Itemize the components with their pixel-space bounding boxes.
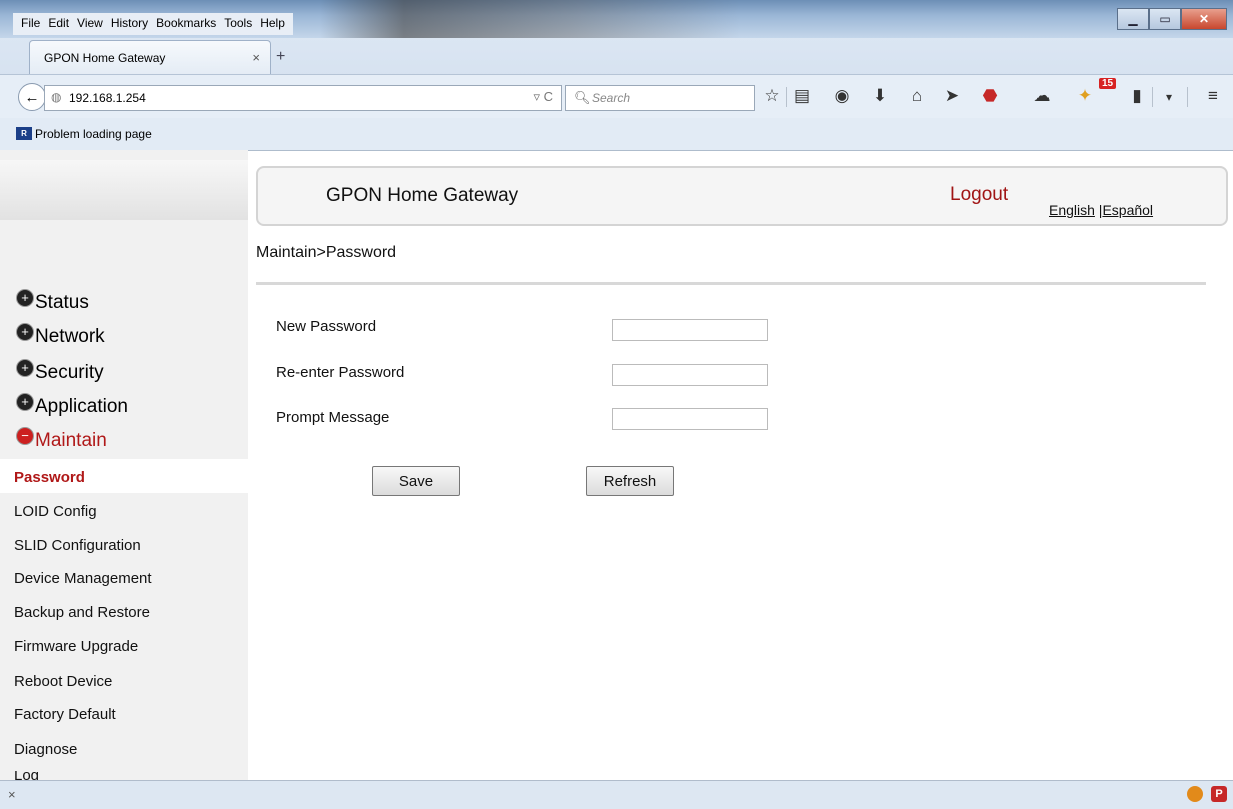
sidebar-subitem-loid-config[interactable]: LOID Config (14, 503, 246, 520)
menu-tools[interactable]: Tools (220, 13, 256, 35)
status-close-icon[interactable]: × (8, 787, 16, 802)
search-icon: 🔍︎ (574, 90, 591, 105)
sidebar-item-network[interactable]: + Network (16, 323, 105, 348)
bookmarks-bar: R Problem loading page (0, 118, 1233, 151)
clipboard-icon[interactable]: ▮ (1125, 86, 1149, 106)
url-text: 192.168.1.254 (69, 91, 146, 105)
close-icon[interactable]: ✕ (1181, 8, 1227, 30)
new-tab-icon[interactable]: + (276, 48, 285, 66)
dropdown-chevron-icon[interactable]: ▾ (1157, 90, 1181, 104)
bookmark-star-icon[interactable]: ☆ (760, 86, 784, 106)
logo-area (0, 160, 248, 220)
prompt-message-label: Prompt Message (276, 409, 390, 426)
new-password-field[interactable] (612, 319, 768, 341)
globe-icon: ◍ (51, 90, 62, 104)
maximize-icon[interactable]: ▭ (1149, 8, 1181, 30)
reading-list-icon[interactable]: ▤ (790, 86, 814, 106)
page-title: GPON Home Gateway (326, 185, 519, 206)
browser-chrome: File Edit View History Bookmarks Tools H… (0, 0, 1233, 151)
menu-history[interactable]: History (107, 13, 152, 35)
addon-icon[interactable] (1187, 786, 1203, 802)
puzzle-icon[interactable]: ✦ (1073, 86, 1097, 106)
home-icon[interactable]: ⌂ (905, 86, 929, 106)
language-switcher: English |Español (1049, 202, 1153, 218)
plus-icon: + (16, 289, 34, 307)
download-icon[interactable]: ⬇ (868, 86, 892, 106)
reload-icon[interactable]: ▿ C (533, 89, 553, 105)
sidebar-subitem-slid-configuration[interactable]: SLID Configuration (14, 537, 246, 554)
tab-title: GPON Home Gateway (44, 51, 166, 65)
reenter-password-label: Re-enter Password (276, 364, 405, 381)
notification-badge: 15 (1099, 78, 1117, 89)
sidebar-subitem-firmware-upgrade[interactable]: Firmware Upgrade (14, 638, 246, 655)
send-icon[interactable]: ➤ (940, 86, 964, 106)
browser-tab[interactable]: GPON Home Gateway × (29, 40, 271, 75)
sidebar-item-maintain[interactable]: − Maintain (16, 427, 107, 452)
tab-strip: GPON Home Gateway × + (0, 38, 1233, 75)
bookmark-item[interactable]: Problem loading page (35, 127, 152, 141)
breadcrumb: Maintain>Password (256, 244, 397, 261)
menu-bookmarks[interactable]: Bookmarks (152, 13, 220, 35)
menu-bar: File Edit View History Bookmarks Tools H… (13, 13, 293, 35)
logout-link[interactable]: Logout (950, 184, 1008, 206)
back-arrow-icon[interactable]: ← (18, 83, 46, 111)
sidebar-item-security[interactable]: + Security (16, 359, 104, 384)
hamburger-menu-icon[interactable]: ≡ (1201, 86, 1225, 106)
tab-close-icon[interactable]: × (252, 50, 260, 65)
sidebar-item-application[interactable]: + Application (16, 393, 128, 418)
sidebar-subitem-device-management[interactable]: Device Management (14, 570, 246, 587)
window-controls: ▁ ▭ ✕ (1117, 8, 1227, 30)
sidebar-subitem-factory-default[interactable]: Factory Default (14, 706, 246, 723)
reenter-password-field[interactable] (612, 364, 768, 386)
navigation-bar: ← ◍ 192.168.1.254 ▿ C 🔍︎ Search ☆ ▤ ◉ ⬇ … (0, 74, 1233, 119)
sidebar-subitem-diagnose[interactable]: Diagnose (14, 741, 246, 758)
refresh-button[interactable]: Refresh (586, 466, 674, 496)
divider (256, 282, 1206, 285)
sidebar-subitem-backup-restore[interactable]: Backup and Restore (14, 604, 246, 621)
plus-icon: + (16, 323, 34, 341)
sidebar-subitem-password[interactable]: Password (14, 469, 246, 486)
plus-icon: + (16, 359, 34, 377)
minus-icon: − (16, 427, 34, 445)
menu-help[interactable]: Help (256, 13, 289, 35)
rss-icon: R (16, 127, 32, 140)
search-placeholder: Search (592, 91, 631, 105)
status-bar: × P (0, 780, 1233, 809)
prompt-message-field[interactable] (612, 408, 768, 430)
pinterest-icon[interactable]: P (1211, 786, 1227, 802)
new-password-label: New Password (276, 318, 377, 335)
lang-english-link[interactable]: English (1049, 202, 1095, 218)
sidebar-subitem-log[interactable]: Log (14, 771, 246, 780)
address-bar[interactable]: ◍ 192.168.1.254 ▿ C (44, 85, 562, 111)
window-titlebar: File Edit View History Bookmarks Tools H… (0, 0, 1233, 38)
sidebar-subitem-reboot-device[interactable]: Reboot Device (14, 673, 246, 690)
menu-file[interactable]: File (17, 13, 44, 35)
page-header: GPON Home Gateway Logout English |Españo… (256, 166, 1228, 226)
chat-icon[interactable]: ☁ (1030, 86, 1054, 106)
save-button[interactable]: Save (372, 466, 460, 496)
search-input[interactable]: 🔍︎ Search (565, 85, 755, 111)
plus-icon: + (16, 393, 34, 411)
adblock-icon[interactable]: ⬣ (978, 86, 1002, 106)
minimize-icon[interactable]: ▁ (1117, 8, 1149, 30)
menu-view[interactable]: View (73, 13, 107, 35)
menu-edit[interactable]: Edit (44, 13, 73, 35)
lang-spanish-link[interactable]: Español (1102, 202, 1153, 218)
sidebar-item-status[interactable]: + Status (16, 289, 89, 314)
pocket-icon[interactable]: ◉ (830, 86, 854, 106)
